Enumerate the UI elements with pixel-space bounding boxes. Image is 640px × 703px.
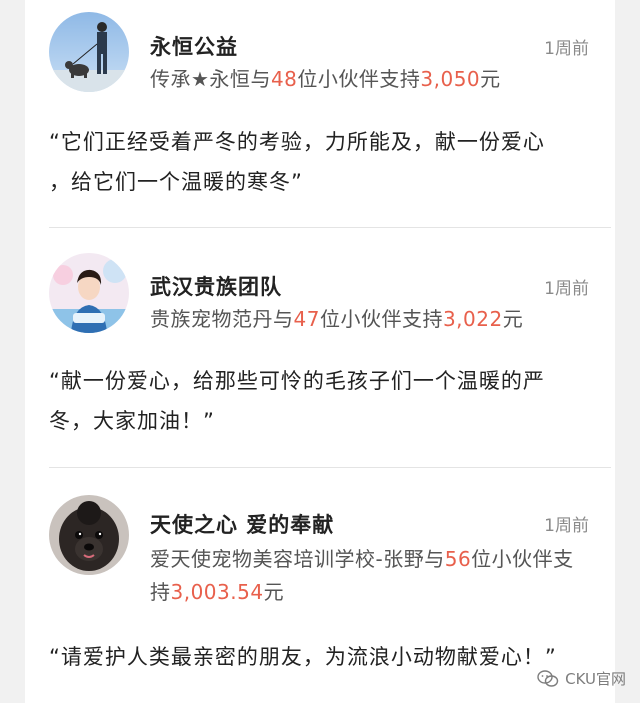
support-text: 与 <box>250 67 271 91</box>
message-line: 冬，大家加油！” <box>49 409 215 433</box>
supporter-count: 56 <box>444 547 472 571</box>
avatar[interactable] <box>49 12 129 92</box>
avatar-photo-woman-portrait <box>49 253 129 333</box>
support-text: 位小伙伴支持 <box>297 67 421 91</box>
support-text: 与 <box>424 547 445 571</box>
support-line: 贵族宠物范丹与47位小伙伴支持3,022元 <box>150 303 590 336</box>
support-line: 传承★永恒与48位小伙伴支持3,050元 <box>150 63 590 96</box>
feed-entry[interactable]: 永恒公益 1周前 传承★永恒与48位小伙伴支持3,050元 “它们正经受着严冬的… <box>25 0 615 222</box>
supporter-name[interactable]: 贵族宠物范丹 <box>150 307 273 331</box>
wechat-icon <box>537 669 559 688</box>
donation-amount: 3,022 <box>442 307 503 331</box>
donation-amount: 3,003.54 <box>170 580 264 604</box>
post-time: 1周前 <box>544 516 589 536</box>
support-text: 位小伙伴支持 <box>319 307 443 331</box>
support-line: 爱天使宠物美容培训学校-张野与56位小伙伴支持3,003.54元 <box>150 543 590 609</box>
post-time: 1周前 <box>544 279 589 299</box>
avatar[interactable] <box>49 253 129 333</box>
feed-entry[interactable]: 天使之心 爱的奉献 1周前 爱天使宠物美容培训学校-张野与56位小伙伴支持3,0… <box>25 485 615 703</box>
currency-unit: 元 <box>263 580 285 604</box>
message-line: ，给它们一个温暖的寒冬” <box>49 170 303 194</box>
divider <box>49 227 611 228</box>
avatar[interactable] <box>49 495 129 575</box>
supporter-name[interactable]: 爱天使宠物美容培训学校-张野 <box>150 547 424 571</box>
watermark-text: CKU官网 <box>565 670 626 688</box>
message-line: “献一份爱心，给那些可怜的毛孩子们一个温暖的严 <box>49 369 545 393</box>
team-name[interactable]: 武汉贵族团队 <box>150 271 282 301</box>
supporter-count: 47 <box>293 307 320 331</box>
support-message: “它们正经受着严冬的考验，力所能及，献一份爱心 ，给它们一个温暖的寒冬” <box>49 122 605 202</box>
message-line: “请爱护人类最亲密的朋友，为流浪小动物献爱心！” <box>49 645 557 669</box>
page: 永恒公益 1周前 传承★永恒与48位小伙伴支持3,050元 “它们正经受着严冬的… <box>0 0 640 703</box>
avatar-photo-person-with-dog <box>49 12 129 92</box>
support-text: 与 <box>273 307 294 331</box>
team-name[interactable]: 天使之心 爱的奉献 <box>150 509 334 539</box>
supporter-name[interactable]: 传承★永恒 <box>150 67 250 91</box>
support-message: “请爱护人类最亲密的朋友，为流浪小动物献爱心！” <box>49 637 605 677</box>
donation-amount: 3,050 <box>420 67 481 91</box>
supporter-count: 48 <box>270 67 298 91</box>
feed-entry[interactable]: 武汉贵族团队 1周前 贵族宠物范丹与47位小伙伴支持3,022元 “献一份爱心，… <box>25 243 615 465</box>
donation-feed-card: 永恒公益 1周前 传承★永恒与48位小伙伴支持3,050元 “它们正经受着严冬的… <box>25 0 615 703</box>
support-message: “献一份爱心，给那些可怜的毛孩子们一个温暖的严 冬，大家加油！” <box>49 361 605 441</box>
divider <box>49 467 611 468</box>
currency-unit: 元 <box>480 67 501 91</box>
message-line: “它们正经受着严冬的考验，力所能及，献一份爱心 <box>49 130 545 154</box>
post-time: 1周前 <box>544 39 589 59</box>
currency-unit: 元 <box>502 307 524 331</box>
team-name[interactable]: 永恒公益 <box>150 31 238 61</box>
avatar-photo-poodle-dog <box>49 495 129 575</box>
watermark: CKU官网 <box>537 668 626 689</box>
